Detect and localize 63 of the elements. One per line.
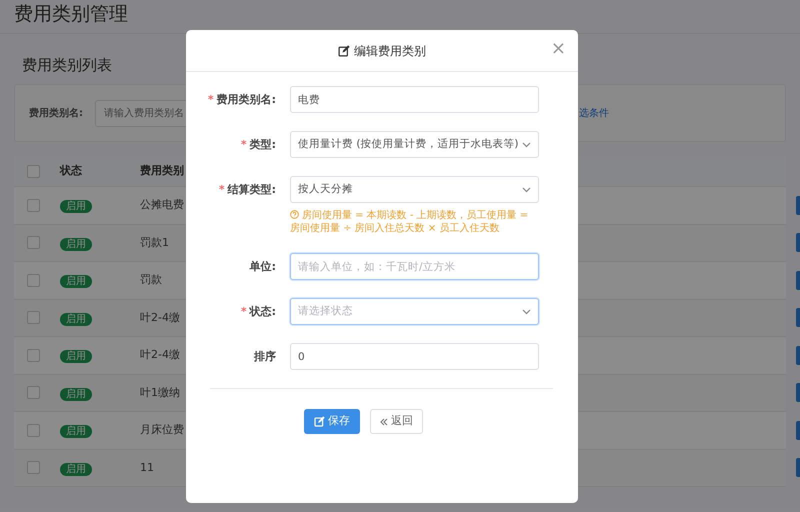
action-button[interactable] [796, 196, 800, 215]
dialog-title: 编辑费用类别 [338, 42, 426, 60]
table-cell-text: 叶2-4缴 [140, 347, 180, 363]
filter-link[interactable]: 选条件 [579, 106, 609, 120]
table-cell-text: 叶2-4缴 [140, 310, 180, 326]
action-button[interactable] [796, 346, 800, 365]
section-title: 费用类别列表 [22, 56, 112, 74]
status-tag: 启用 [60, 425, 92, 438]
checkbox[interactable] [27, 236, 40, 250]
help-icon [290, 210, 299, 219]
table-cell-text: 公摊电费 [140, 197, 184, 213]
hint-text: 房间使用量 = 本期读数 - 上期读数，员工使用量 = 房间使用量 ÷ 房间入住总天数 × 员工入住天数 [290, 209, 530, 235]
action-button[interactable] [796, 383, 800, 402]
checkbox[interactable] [27, 348, 40, 362]
table-cell-text: 叶1缴纳 [140, 384, 180, 400]
save-button[interactable]: 保存 [304, 409, 360, 434]
status-tag: 启用 [60, 312, 92, 326]
input-field[interactable]: 电费 [290, 86, 539, 113]
chevron-down-icon [522, 308, 531, 314]
double-chevron-left-icon [380, 418, 388, 426]
field-label: 单位: [248, 259, 277, 275]
action-button[interactable] [796, 458, 800, 478]
field-label: * 类型: [240, 137, 277, 153]
checkbox[interactable] [27, 386, 40, 400]
input-field[interactable]: 请输入单位，如：千瓦时/立方米 [290, 253, 539, 280]
column-header: 状态 [60, 162, 83, 179]
select-field[interactable]: 使用量计费 (按使用量计费，适用于水电表等) [290, 131, 539, 158]
edit-icon [338, 44, 350, 56]
table-cell-text: 罚款 [140, 272, 162, 288]
checkbox[interactable] [27, 311, 40, 324]
field-label: * 结算类型: [218, 182, 277, 198]
checkbox[interactable] [27, 461, 40, 474]
status-tag: 启用 [60, 350, 92, 364]
required-mark: * [218, 183, 225, 196]
checkbox[interactable] [27, 198, 40, 212]
edit-icon [314, 416, 325, 427]
table-cell-text: 罚款1 [140, 234, 169, 250]
back-button[interactable]: 返回 [370, 409, 423, 434]
checkbox[interactable] [27, 164, 40, 178]
chevron-down-icon [522, 142, 531, 148]
table-cell-text: 月床位费 [140, 422, 184, 438]
required-mark: * [240, 138, 247, 151]
status-tag: 启用 [60, 238, 92, 251]
status-tag: 启用 [60, 462, 92, 476]
field-label: * 状态: [240, 304, 277, 320]
filter-label: 费用类别名: [29, 106, 83, 120]
chevron-down-icon [522, 186, 531, 192]
required-mark: * [240, 305, 247, 318]
checkbox[interactable] [27, 424, 40, 437]
action-button[interactable] [796, 308, 800, 328]
table-cell-text: 11 [140, 460, 154, 476]
status-tag: 启用 [60, 275, 92, 288]
field-label: 排序 [252, 349, 277, 365]
page-title: 费用类别管理 [14, 3, 128, 26]
status-tag: 启用 [60, 388, 92, 401]
action-button[interactable] [796, 233, 800, 252]
status-tag: 启用 [60, 200, 92, 214]
input-field[interactable]: 0 [290, 343, 539, 370]
action-button[interactable] [796, 270, 800, 290]
action-button[interactable] [796, 420, 800, 440]
column-header: 费用类别 [140, 162, 184, 179]
select-field[interactable]: 按人天分摊 [290, 176, 539, 203]
checkbox[interactable] [27, 274, 40, 287]
